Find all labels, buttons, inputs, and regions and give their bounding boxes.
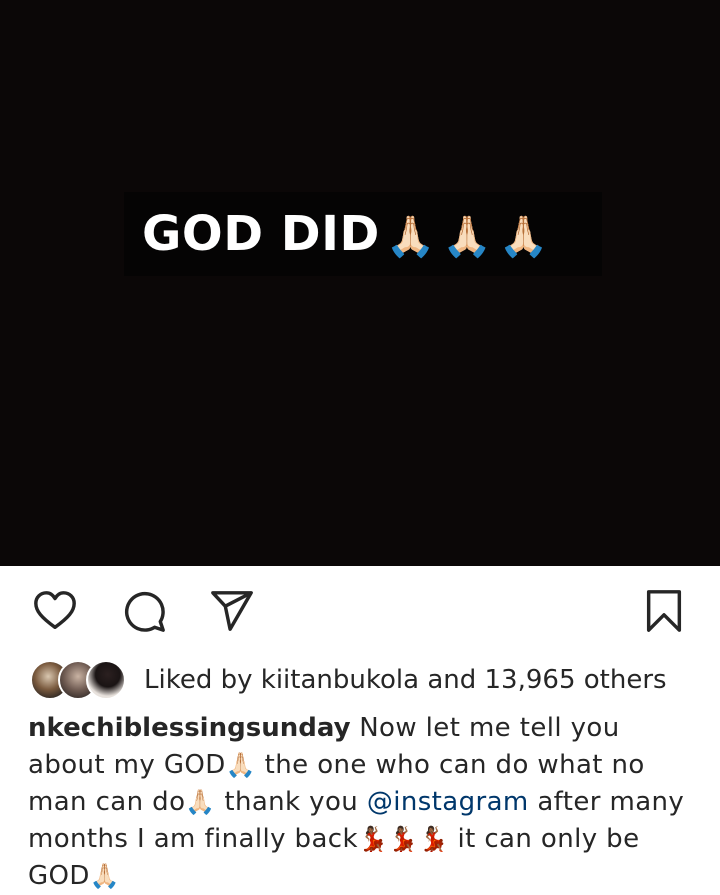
praying-hands-emoji: 🙏🏻 <box>225 751 256 779</box>
avatar <box>86 660 126 700</box>
likes-summary[interactable]: Liked by kiitanbukola and 13,965 others <box>144 662 667 698</box>
dancing-emoji: 💃🏾💃🏾💃🏾 <box>357 825 449 853</box>
overlay-text: GOD DID 🙏🏻 🙏🏻 🙏🏻 <box>142 206 549 262</box>
mention-link[interactable]: @instagram <box>367 787 529 817</box>
post-caption: nkechiblessingsunday Now let me tell you… <box>28 710 700 895</box>
praying-hands-emoji: 🙏🏻 <box>385 214 437 260</box>
likes-and: and <box>427 665 477 695</box>
praying-hands-emoji: 🙏🏻 <box>185 788 216 816</box>
heart-icon[interactable] <box>32 588 78 634</box>
post-image[interactable]: GOD DID 🙏🏻 🙏🏻 🙏🏻 <box>0 0 720 566</box>
liked-by-username[interactable]: kiitanbukola <box>261 665 419 695</box>
overlay-text-box: GOD DID 🙏🏻 🙏🏻 🙏🏻 <box>124 192 602 276</box>
likes-prefix: Liked by <box>144 665 253 695</box>
bookmark-icon[interactable] <box>641 588 687 634</box>
praying-hands-emoji: 🙏🏻 <box>89 862 121 890</box>
praying-hands-emoji: 🙏🏻 <box>442 214 493 260</box>
action-bar <box>0 566 720 656</box>
praying-hands-emoji: 🙏🏻 <box>498 214 549 260</box>
caption-username[interactable]: nkechiblessingsunday <box>28 713 351 743</box>
comment-icon[interactable] <box>121 588 167 634</box>
share-icon[interactable] <box>209 588 255 634</box>
caption-text: thank you <box>224 787 359 817</box>
likes-count[interactable]: 13,965 others <box>485 665 667 695</box>
liker-avatars[interactable] <box>30 660 130 700</box>
overlay-text-words: GOD DID <box>142 206 380 262</box>
